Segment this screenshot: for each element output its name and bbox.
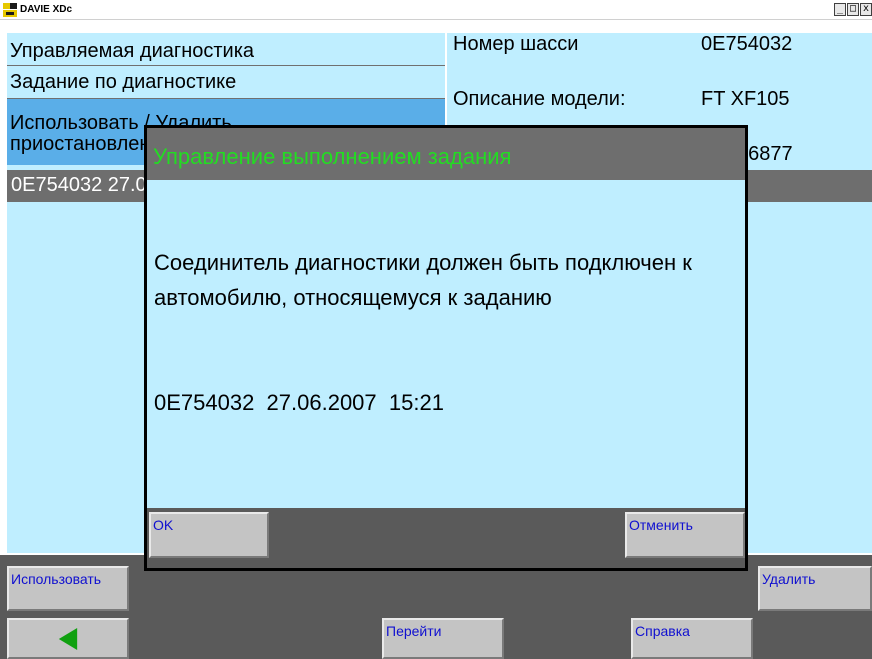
- field-label: Описание модели:: [453, 88, 626, 110]
- menu-item-label: Управляемая диагностика: [10, 40, 255, 62]
- dialog-header: Управление выполнением задания: [147, 128, 745, 180]
- help-button-label: Справка: [635, 623, 690, 639]
- field-value: 0E754032: [701, 33, 793, 55]
- menu-item-guided-diagnostics[interactable]: Управляемая диагностика: [7, 33, 445, 65]
- goto-button[interactable]: Перейти: [382, 618, 504, 659]
- minimize-icon[interactable]: _: [834, 3, 846, 16]
- maximize-icon[interactable]: □: [847, 3, 859, 16]
- close-icon[interactable]: x: [860, 3, 872, 16]
- back-button[interactable]: [7, 618, 129, 659]
- title-bar: DAVIE XDc _ □ x: [0, 0, 872, 20]
- menu-item-diagnostic-job[interactable]: Задание по диагностике: [7, 66, 445, 98]
- use-button[interactable]: Использовать: [7, 566, 129, 611]
- dialog-message: Соединитель диагностики должен быть подк…: [154, 250, 692, 310]
- delete-button[interactable]: Удалить: [758, 566, 872, 611]
- window-title: DAVIE XDc: [20, 4, 73, 15]
- davie-logo-icon: [2, 2, 18, 18]
- dialog-footer: OK Отменить: [147, 508, 745, 568]
- dialog-title: Управление выполнением задания: [153, 144, 512, 169]
- field-value: FT XF105: [701, 88, 790, 110]
- menu-item-label: Задание по диагностике: [10, 71, 237, 93]
- cancel-button[interactable]: Отменить: [625, 512, 745, 558]
- help-button[interactable]: Справка: [631, 618, 753, 659]
- ok-button-label: OK: [153, 517, 174, 533]
- toolbar-row-2: Перейти Справка: [0, 615, 872, 659]
- field-label: Номер шасси: [453, 33, 579, 55]
- use-button-label: Использовать: [11, 571, 102, 587]
- delete-button-label: Удалить: [762, 571, 816, 587]
- field-chassis-number: Номер шасси 0E754032: [447, 33, 872, 65]
- goto-button-label: Перейти: [386, 623, 442, 639]
- field-model-description: Описание модели: FT XF105: [447, 88, 872, 120]
- job-control-dialog: Управление выполнением задания Соедините…: [144, 125, 748, 571]
- ok-button[interactable]: OK: [149, 512, 269, 558]
- back-arrow-icon: [58, 628, 78, 650]
- dialog-job-stamp: 0E754032 27.06.2007 15:21: [154, 390, 444, 415]
- cancel-button-label: Отменить: [629, 517, 693, 533]
